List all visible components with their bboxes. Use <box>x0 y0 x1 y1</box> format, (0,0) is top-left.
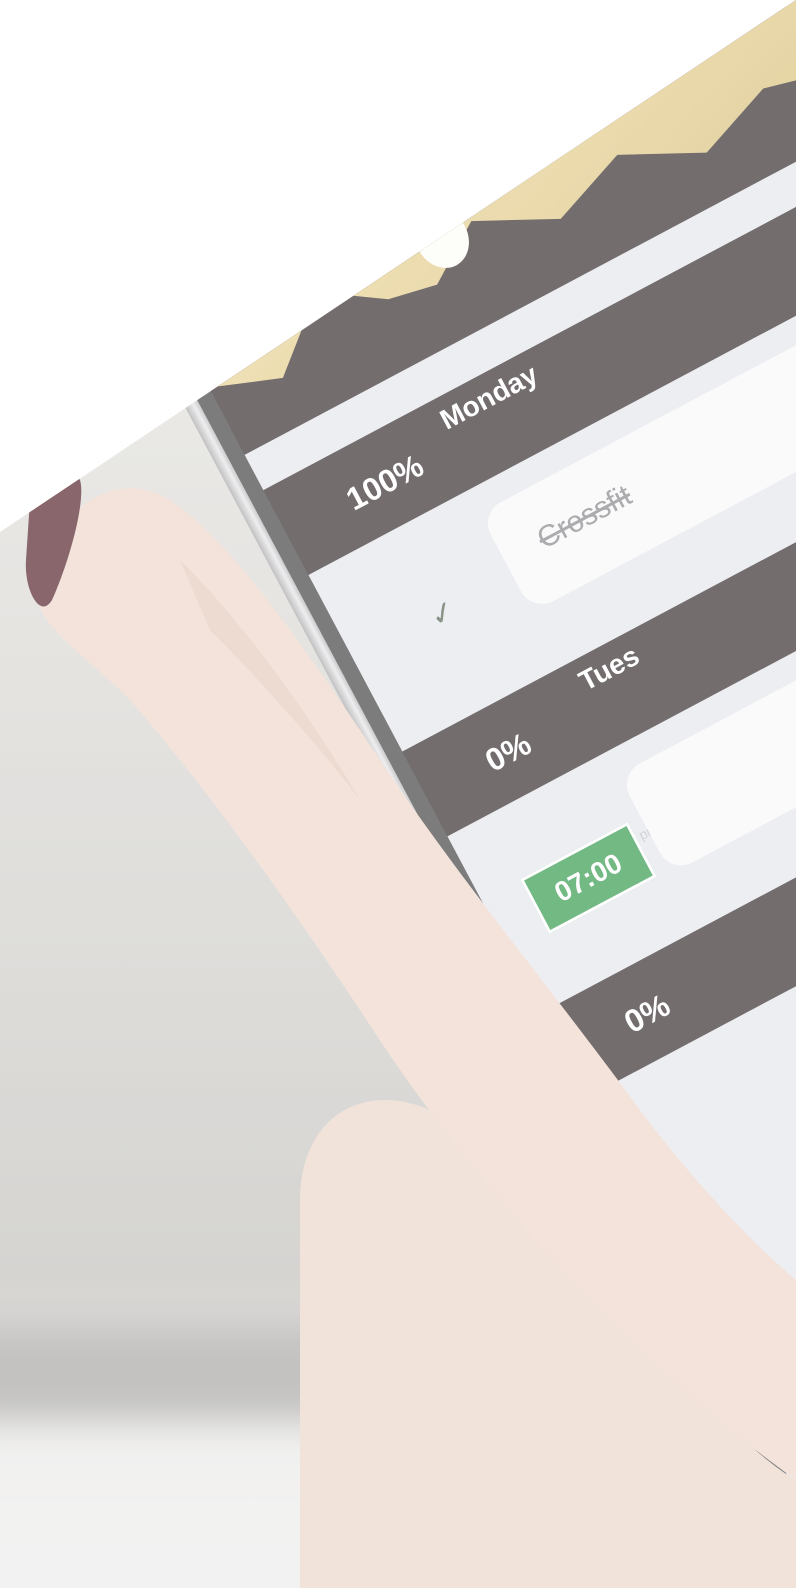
photo-scene: 100% Monday ✓ Crossfit 0% Tues 07:00 0% <box>0 0 796 1588</box>
photo-region: 100% Monday ✓ Crossfit 0% Tues 07:00 0% <box>0 0 796 1588</box>
hand <box>25 469 796 1588</box>
